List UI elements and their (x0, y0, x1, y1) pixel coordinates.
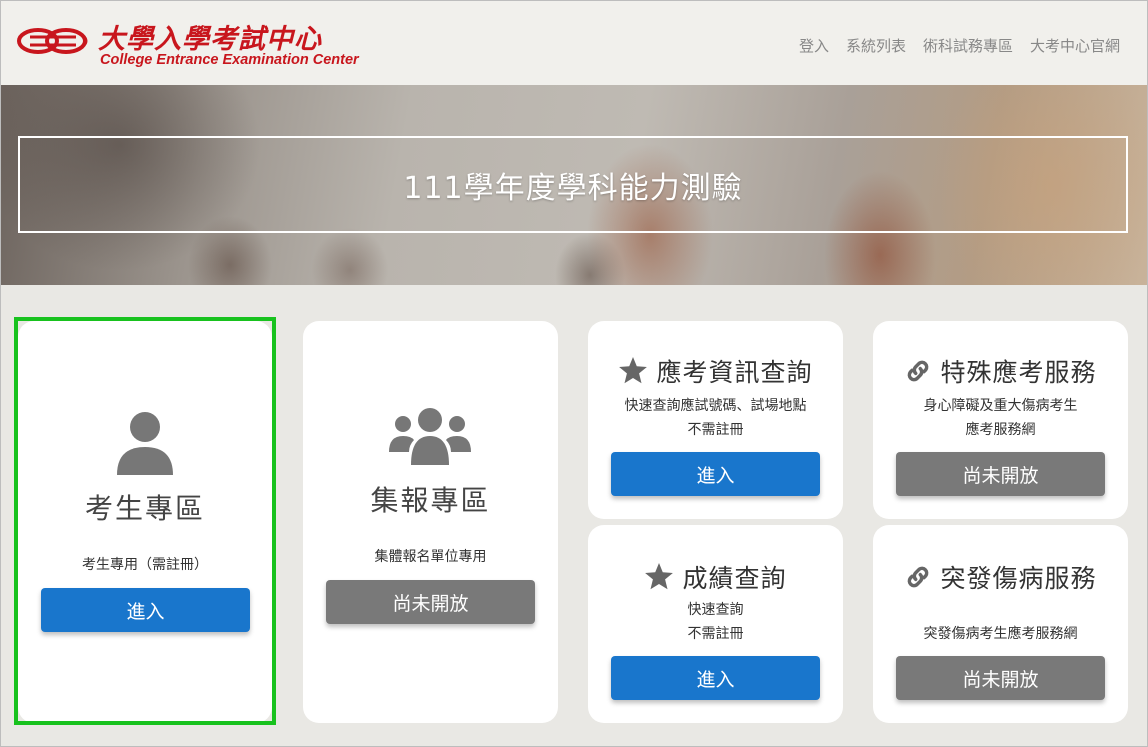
card-student-area: 考生專區 考生專用（需註冊） 進入 (18, 321, 272, 723)
card-group-desc: 集體報名單位專用 (374, 549, 487, 565)
card-score-inquiry: 成績查詢 快速查詢 不需註冊 進入 (588, 525, 843, 723)
card-exam-info-desc1: 快速查詢應試號碼、試場地點 (624, 398, 807, 414)
card-score-desc1: 快速查詢 (687, 602, 744, 618)
star-icon (645, 563, 674, 590)
ceec-logo-icon (17, 28, 88, 54)
link-icon (908, 360, 929, 382)
card-sudden-desc1: 突發傷病考生應考服務網 (923, 626, 1078, 642)
nav-official-site[interactable]: 大考中心官網 (1030, 35, 1120, 56)
top-nav: 登入 系統列表 術科試務專區 大考中心官網 (799, 35, 1120, 56)
card-score-title-row: 成績查詢 (588, 559, 843, 595)
link-icon (908, 566, 929, 588)
card-special-title: 特殊應考服務 (940, 358, 1097, 387)
card-exam-info: 應考資訊查詢 快速查詢應試號碼、試場地點 不需註冊 進入 (588, 321, 843, 519)
nav-system-list[interactable]: 系統列表 (846, 35, 906, 56)
score-enter-button[interactable]: 進入 (611, 656, 820, 700)
exam-info-enter-button[interactable]: 進入 (611, 452, 820, 496)
card-group-registration: 集報專區 集體報名單位專用 尚未開放 (303, 321, 558, 723)
card-exam-info-title-row: 應考資訊查詢 (588, 353, 843, 389)
hero-banner: 111學年度學科能力測驗 (0, 85, 1148, 285)
card-exam-info-desc2: 不需註冊 (687, 422, 744, 438)
logo-text-chinese: 大學入學考試中心 (98, 24, 322, 55)
card-sudden-illness: 突發傷病服務 突發傷病考生應考服務網 尚未開放 (873, 525, 1128, 723)
card-special-desc1: 身心障礙及重大傷病考生 (923, 398, 1078, 414)
logo[interactable]: 大學入學考試中心 College Entrance Examination Ce… (16, 13, 359, 73)
card-score-desc2: 不需註冊 (687, 626, 744, 642)
card-special-title-row: 特殊應考服務 (873, 353, 1128, 389)
card-special-services: 特殊應考服務 身心障礙及重大傷病考生 應考服務網 尚未開放 (873, 321, 1128, 519)
user-icon (117, 412, 173, 475)
logo-text-english: College Entrance Examination Center (100, 52, 359, 68)
card-group-title: 集報專區 (370, 484, 491, 517)
page-title: 111學年度學科能力測驗 (403, 170, 743, 206)
banner-title-box: 111學年度學科能力測驗 (18, 136, 1128, 233)
card-special-desc2: 應考服務網 (965, 422, 1036, 438)
card-sudden-title-row: 突發傷病服務 (873, 559, 1128, 595)
star-icon (619, 357, 648, 384)
sudden-not-open-button[interactable]: 尚未開放 (896, 656, 1105, 700)
nav-login[interactable]: 登入 (799, 35, 829, 56)
special-not-open-button[interactable]: 尚未開放 (896, 452, 1105, 496)
card-score-title: 成績查詢 (682, 564, 787, 593)
header: 大學入學考試中心 College Entrance Examination Ce… (0, 0, 1148, 85)
card-student-desc: 考生專用（需註冊） (82, 557, 208, 573)
card-sudden-title: 突發傷病服務 (940, 564, 1097, 593)
nav-practical-exam[interactable]: 術科試務專區 (923, 35, 1013, 56)
student-enter-button[interactable]: 進入 (41, 588, 250, 632)
users-icon (389, 408, 471, 465)
card-exam-info-title: 應考資訊查詢 (656, 358, 813, 387)
group-not-open-button[interactable]: 尚未開放 (326, 580, 535, 624)
card-student-title: 考生專區 (84, 492, 205, 525)
